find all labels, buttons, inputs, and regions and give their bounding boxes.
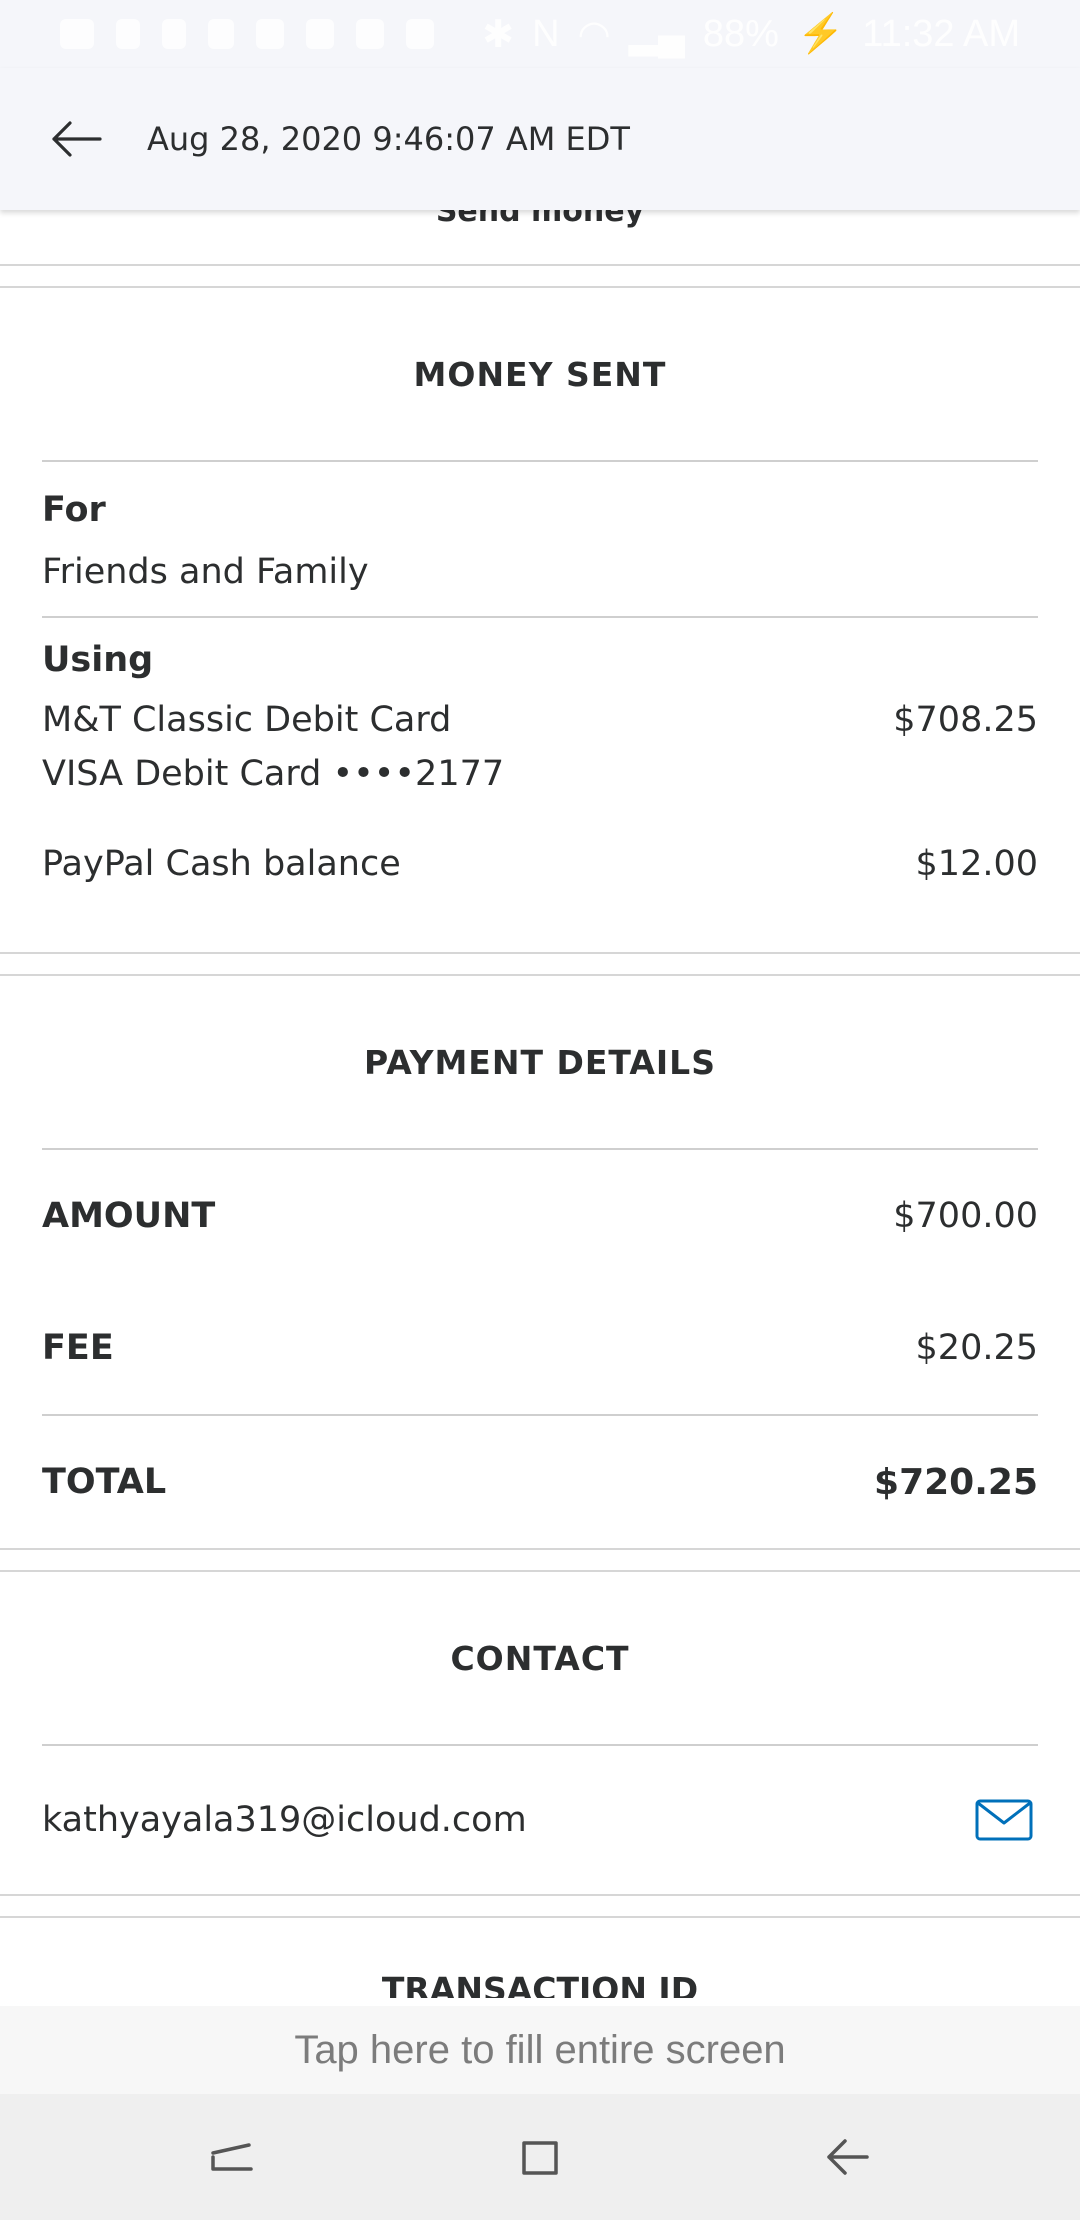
total-label: TOTAL <box>42 1462 167 1502</box>
contact-section: CONTACT kathyayala319@icloud.com <box>0 1572 1080 1894</box>
wifi-icon: ◠ <box>577 13 611 56</box>
notification-icon <box>306 19 334 49</box>
mail-icon[interactable] <box>974 1797 1034 1843</box>
home-icon <box>522 2141 558 2175</box>
for-value: Friends and Family <box>42 552 369 592</box>
app-header: Aug 28, 2020 9:46:07 AM EDT <box>0 68 1080 210</box>
fee-value: $20.25 <box>915 1328 1038 1368</box>
battery-percent: 88% <box>702 12 779 55</box>
for-label: For <box>42 490 106 530</box>
card-detail: VISA Debit Card ••••2177 <box>42 754 505 794</box>
section-gap <box>0 266 1080 288</box>
nfc-icon: N <box>532 12 560 55</box>
system-indicators: ✱ N ◠ ▂▄ 88% ⚡ 11:32 AM <box>482 12 1020 57</box>
cash-label: PayPal Cash balance <box>42 844 401 884</box>
payment-details-title: PAYMENT DETAILS <box>42 976 1038 1150</box>
notification-icon <box>256 19 284 49</box>
using-label: Using <box>42 640 154 680</box>
total-value: $720.25 <box>874 1461 1038 1503</box>
transaction-id-label: TRANSACTION ID <box>381 1970 699 1998</box>
amount-label: AMOUNT <box>42 1196 216 1236</box>
contact-email[interactable]: kathyayala319@icloud.com <box>42 1800 527 1840</box>
notification-icon <box>162 19 186 49</box>
recents-icon <box>211 2143 254 2171</box>
fee-row: FEE $20.25 <box>42 1282 1038 1416</box>
notification-icon <box>116 19 140 49</box>
system-nav-bar <box>0 2094 1080 2220</box>
funding-block: Using M&T Classic Debit Card $708.25 VIS… <box>42 618 1038 952</box>
notification-icon <box>406 19 434 49</box>
contact-row: kathyayala319@icloud.com <box>42 1746 1038 1894</box>
arrow-left-icon <box>52 121 102 157</box>
back-button[interactable] <box>40 103 112 175</box>
payment-details-section: PAYMENT DETAILS AMOUNT $700.00 FEE $20.2… <box>0 976 1080 1548</box>
fee-label: FEE <box>42 1328 114 1368</box>
contact-title: CONTACT <box>42 1572 1038 1746</box>
cash-row: PayPal Cash balance $12.00 <box>42 844 1038 884</box>
card-row: M&T Classic Debit Card $708.25 <box>42 700 1038 740</box>
notification-icon <box>208 19 234 49</box>
charging-icon: ⚡ <box>796 13 845 55</box>
recents-button[interactable] <box>188 2112 278 2202</box>
home-button[interactable] <box>495 2112 585 2202</box>
notification-icons <box>60 19 434 49</box>
transaction-details: Send money MONEY SENT For Friends and Fa… <box>0 210 1080 1998</box>
notification-icon <box>356 19 384 49</box>
clock: 11:32 AM <box>862 12 1020 55</box>
section-gap <box>0 1548 1080 1572</box>
transaction-id-title: TRANSACTION ID <box>0 1918 1080 1998</box>
status-bar: ✱ N ◠ ▂▄ 88% ⚡ 11:32 AM <box>0 0 1080 68</box>
transaction-date: Aug 28, 2020 9:46:07 AM EDT <box>147 120 630 158</box>
fill-screen-banner[interactable]: Tap here to fill entire screen <box>0 2006 1080 2094</box>
notification-icon <box>60 19 94 49</box>
amount-row: AMOUNT $700.00 <box>42 1150 1038 1282</box>
send-money-row[interactable]: Send money <box>0 210 1080 266</box>
signal-icon: ▂▄ <box>628 13 685 56</box>
card-amount: $708.25 <box>893 700 1038 740</box>
section-gap <box>0 952 1080 976</box>
send-money-label: Send money <box>435 210 645 229</box>
amount-value: $700.00 <box>893 1196 1038 1236</box>
money-sent-section: MONEY SENT For Friends and Family Using … <box>0 288 1080 952</box>
money-sent-title: MONEY SENT <box>42 288 1038 462</box>
back-icon <box>826 2139 869 2175</box>
card-name: M&T Classic Debit Card <box>42 700 452 740</box>
cash-amount: $12.00 <box>915 844 1038 884</box>
back-nav-button[interactable] <box>802 2112 892 2202</box>
total-row: TOTAL $720.25 <box>42 1416 1038 1548</box>
purpose-block: For Friends and Family <box>42 462 1038 618</box>
bluetooth-icon: ✱ <box>482 13 515 56</box>
section-gap <box>0 1894 1080 1918</box>
